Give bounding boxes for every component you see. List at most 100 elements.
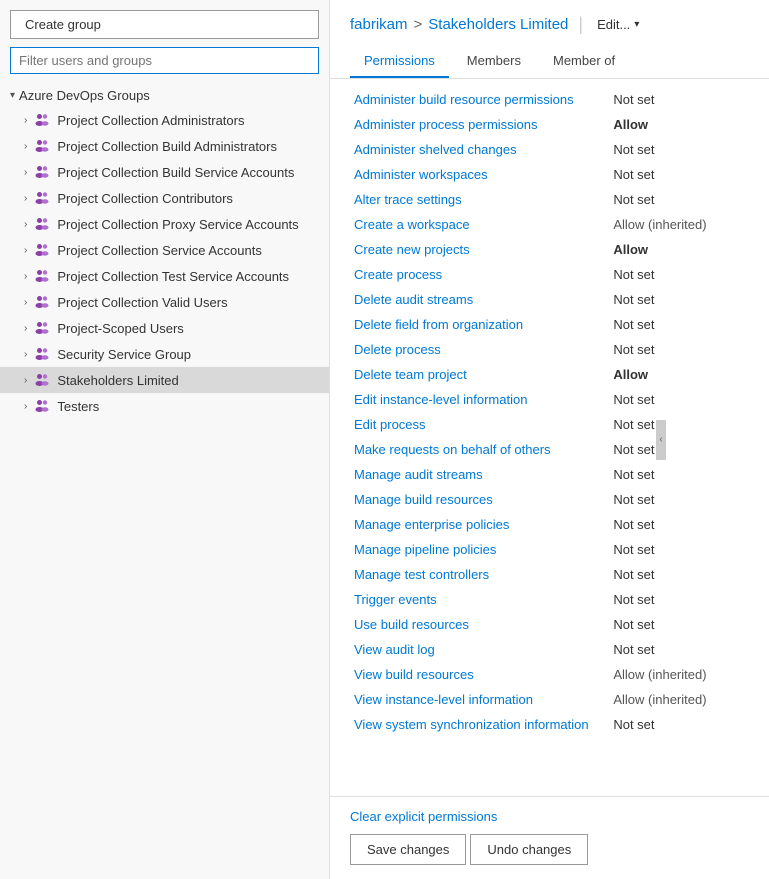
permission-value: Allow xyxy=(609,237,749,262)
permission-name[interactable]: View audit log xyxy=(350,637,609,662)
permission-name[interactable]: Delete audit streams xyxy=(350,287,609,312)
permission-value: Not set xyxy=(609,137,749,162)
table-row: Create processNot set xyxy=(350,262,749,287)
right-panel: fabrikam > Stakeholders Limited | Edit..… xyxy=(330,0,769,879)
chevron-down-icon: ▾ xyxy=(634,19,639,30)
tree-item-stakeholders-limited[interactable]: › Stakeholders Limited xyxy=(0,367,329,393)
table-row: Create new projectsAllow xyxy=(350,237,749,262)
group-icon xyxy=(33,215,51,233)
tree-item-testers[interactable]: › Testers xyxy=(0,393,329,419)
tab-permissions[interactable]: Permissions xyxy=(350,45,449,78)
permission-name[interactable]: Manage test controllers xyxy=(350,562,609,587)
group-icon xyxy=(33,111,51,129)
tree-item-caret-icon: › xyxy=(24,375,27,386)
breadcrumb-current[interactable]: Stakeholders Limited xyxy=(428,16,568,33)
tree-item-project-collection-administrators[interactable]: › Project Collection Administrators xyxy=(0,107,329,133)
tree-item-caret-icon: › xyxy=(24,297,27,308)
permission-value: Not set xyxy=(609,87,749,112)
permission-name[interactable]: Create a workspace xyxy=(350,212,609,237)
tree-item-caret-icon: › xyxy=(24,141,27,152)
permission-name[interactable]: Delete team project xyxy=(350,362,609,387)
tree-item-project-collection-contributors[interactable]: › Project Collection Contributors xyxy=(0,185,329,211)
permission-name[interactable]: Create new projects xyxy=(350,237,609,262)
tree-item-label: Project Collection Build Service Account… xyxy=(57,165,294,180)
permission-name[interactable]: Edit process xyxy=(350,412,609,437)
tree-item-project-collection-build-service-accounts[interactable]: › Project Collection Build Service Accou… xyxy=(0,159,329,185)
save-changes-button[interactable]: Save changes xyxy=(350,834,466,865)
permission-name[interactable]: Delete process xyxy=(350,337,609,362)
table-row: View system synchronization informationN… xyxy=(350,712,749,737)
tree-item-project-collection-build-administrators[interactable]: › Project Collection Build Administrator… xyxy=(0,133,329,159)
tab-members[interactable]: Members xyxy=(453,45,535,78)
permission-name[interactable]: Administer workspaces xyxy=(350,162,609,187)
permission-name[interactable]: Manage audit streams xyxy=(350,462,609,487)
category-label: Azure DevOps Groups xyxy=(19,88,150,103)
tree-item-project-scoped-users[interactable]: › Project-Scoped Users xyxy=(0,315,329,341)
permission-name[interactable]: Manage pipeline policies xyxy=(350,537,609,562)
create-group-button[interactable]: Create group xyxy=(10,10,319,39)
group-icon xyxy=(33,267,51,285)
permission-name[interactable]: Manage enterprise policies xyxy=(350,512,609,537)
collapse-handle[interactable]: ‹ xyxy=(656,420,666,460)
permission-value: Allow xyxy=(609,362,749,387)
permission-name[interactable]: Trigger events xyxy=(350,587,609,612)
permission-value: Not set xyxy=(609,337,749,362)
permission-name[interactable]: Manage build resources xyxy=(350,487,609,512)
permission-name[interactable]: Make requests on behalf of others xyxy=(350,437,609,462)
breadcrumb-divider: | xyxy=(578,14,583,35)
permission-name[interactable]: Create process xyxy=(350,262,609,287)
tree-items-container: › Project Collection Administrators › Pr… xyxy=(0,107,329,419)
permission-value: Not set xyxy=(609,437,749,462)
permission-value: Not set xyxy=(609,162,749,187)
tree-item-caret-icon: › xyxy=(24,401,27,412)
permission-name[interactable]: Administer shelved changes xyxy=(350,137,609,162)
tree-item-label: Security Service Group xyxy=(57,347,191,362)
breadcrumb: fabrikam > Stakeholders Limited | Edit..… xyxy=(350,14,749,35)
tree-item-label: Project-Scoped Users xyxy=(57,321,183,336)
clear-permissions-button[interactable]: Clear explicit permissions xyxy=(350,809,749,824)
permission-name[interactable]: Administer build resource permissions xyxy=(350,87,609,112)
tree-item-caret-icon: › xyxy=(24,271,27,282)
tab-member-of[interactable]: Member of xyxy=(539,45,629,78)
group-icon xyxy=(33,189,51,207)
permission-name[interactable]: Use build resources xyxy=(350,612,609,637)
right-content: Administer build resource permissionsNot… xyxy=(330,79,769,796)
tree-item-security-service-group[interactable]: › Security Service Group xyxy=(0,341,329,367)
right-footer: Clear explicit permissions Save changes … xyxy=(330,796,769,879)
breadcrumb-parent-link[interactable]: fabrikam xyxy=(350,16,408,33)
table-row: View audit logNot set xyxy=(350,637,749,662)
permission-value: Not set xyxy=(609,487,749,512)
permission-name[interactable]: Alter trace settings xyxy=(350,187,609,212)
permission-value: Not set xyxy=(609,587,749,612)
table-row: View instance-level informationAllow (in… xyxy=(350,687,749,712)
tree-category[interactable]: ▾ Azure DevOps Groups xyxy=(0,84,329,107)
permission-name[interactable]: Administer process permissions xyxy=(350,112,609,137)
tree-item-project-collection-proxy-service-accounts[interactable]: › Project Collection Proxy Service Accou… xyxy=(0,211,329,237)
tree-item-project-collection-test-service-accounts[interactable]: › Project Collection Test Service Accoun… xyxy=(0,263,329,289)
group-icon xyxy=(33,137,51,155)
permission-name[interactable]: Delete field from organization xyxy=(350,312,609,337)
permission-value: Not set xyxy=(609,187,749,212)
permission-value: Not set xyxy=(609,287,749,312)
table-row: Administer workspacesNot set xyxy=(350,162,749,187)
permission-name[interactable]: Edit instance-level information xyxy=(350,387,609,412)
permission-name[interactable]: View system synchronization information xyxy=(350,712,609,737)
permission-value: Allow xyxy=(609,112,749,137)
permission-value: Allow (inherited) xyxy=(609,212,749,237)
tree-item-caret-icon: › xyxy=(24,323,27,334)
permission-name[interactable]: View instance-level information xyxy=(350,687,609,712)
breadcrumb-separator: > xyxy=(414,16,423,33)
edit-button[interactable]: Edit... ▾ xyxy=(593,15,643,34)
tree-item-project-collection-valid-users[interactable]: › Project Collection Valid Users xyxy=(0,289,329,315)
edit-label: Edit... xyxy=(597,17,630,32)
undo-changes-button[interactable]: Undo changes xyxy=(470,834,588,865)
filter-input[interactable] xyxy=(10,47,319,74)
table-row: Make requests on behalf of othersNot set xyxy=(350,437,749,462)
group-icon xyxy=(33,345,51,363)
right-header: fabrikam > Stakeholders Limited | Edit..… xyxy=(330,0,769,79)
permission-value: Allow (inherited) xyxy=(609,662,749,687)
tree-item-label: Project Collection Test Service Accounts xyxy=(57,269,289,284)
permission-name[interactable]: View build resources xyxy=(350,662,609,687)
tree-item-project-collection-service-accounts[interactable]: › Project Collection Service Accounts xyxy=(0,237,329,263)
table-row: Manage enterprise policiesNot set xyxy=(350,512,749,537)
